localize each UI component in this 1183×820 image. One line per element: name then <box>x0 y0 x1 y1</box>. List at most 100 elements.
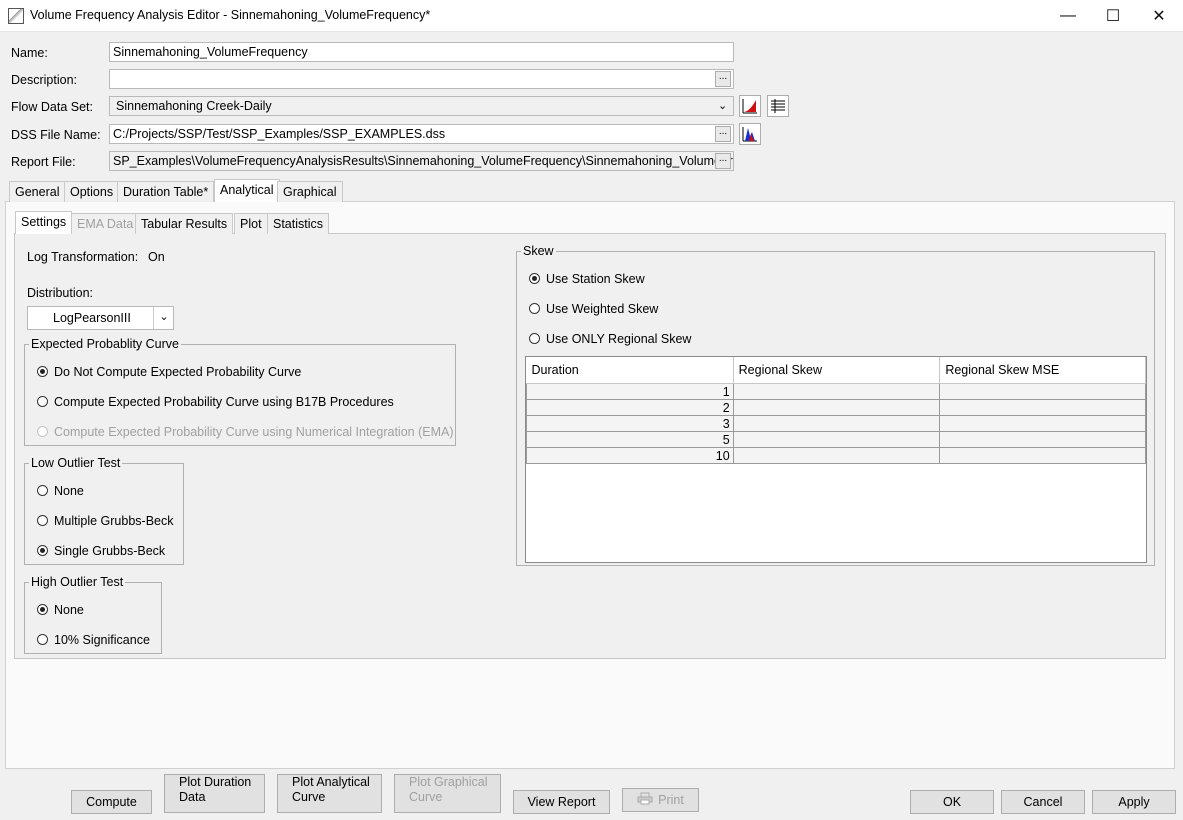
print-button: Print <box>622 788 699 812</box>
plot-duration-data-button[interactable]: Plot Duration Data <box>164 774 265 813</box>
radio-low-none[interactable] <box>37 485 48 496</box>
ok-button[interactable]: OK <box>910 790 994 814</box>
log-transformation-label: Log Transformation: <box>27 250 139 264</box>
duration-cell: 5 <box>526 431 734 448</box>
name-field[interactable]: Sinnemahoning_VolumeFrequency <box>109 42 734 62</box>
duration-cell: 10 <box>526 447 734 464</box>
low-outlier-title: Low Outlier Test <box>29 456 123 470</box>
plot-analytical-curve-button[interactable]: Plot Analytical Curve <box>277 774 382 813</box>
radio-weighted-skew[interactable] <box>529 303 540 314</box>
radio-low-single[interactable] <box>37 545 48 556</box>
expected-probability-title: Expected Probablity Curve <box>29 337 181 351</box>
apply-button[interactable]: Apply <box>1092 790 1176 814</box>
dss-file-label: DSS File Name: <box>11 128 101 142</box>
description-field[interactable] <box>109 69 734 89</box>
print-label: Print <box>658 793 684 807</box>
report-file-field: SP_Examples\VolumeFrequencyAnalysisResul… <box>109 151 734 171</box>
log-transformation-value: On <box>148 250 165 264</box>
radio-epc-ema <box>37 426 48 437</box>
chevron-down-icon[interactable]: ⌄ <box>718 99 727 112</box>
regional-skew-cell[interactable] <box>732 399 941 416</box>
table-header-row: Duration Regional Skew Regional Skew MSE <box>526 357 1146 384</box>
subtab-ema-data: EMA Data <box>71 213 140 234</box>
tab-general[interactable]: General <box>9 181 66 202</box>
dss-file-field[interactable]: C:/Projects/SSP/Test/SSP_Examples/SSP_EX… <box>109 124 734 144</box>
tab-analytical[interactable]: Analytical <box>214 179 280 202</box>
regional-skew-mse-cell[interactable] <box>939 399 1146 416</box>
view-report-button[interactable]: View Report <box>513 790 610 814</box>
radio-high-none[interactable] <box>37 604 48 615</box>
plot-duration-label-1: Plot Duration <box>179 775 252 789</box>
regional-skew-cell[interactable] <box>732 383 941 400</box>
table-icon[interactable] <box>767 95 789 117</box>
radio-epc-none-label: Do Not Compute Expected Probability Curv… <box>54 365 302 379</box>
regional-skew-mse-cell[interactable] <box>939 383 1146 400</box>
radio-high-10pct[interactable] <box>37 634 48 645</box>
regional-skew-mse-cell[interactable] <box>939 431 1146 448</box>
dss-plot-icon[interactable] <box>739 123 761 145</box>
printer-icon <box>637 792 653 808</box>
description-browse-button[interactable]: ... <box>715 71 731 87</box>
regional-skew-cell[interactable] <box>732 447 941 464</box>
radio-low-none-label: None <box>54 484 84 498</box>
radio-weighted-skew-label: Use Weighted Skew <box>546 302 659 316</box>
radio-regional-skew[interactable] <box>529 333 540 344</box>
cancel-button[interactable]: Cancel <box>1001 790 1085 814</box>
plot-analytical-label-1: Plot Analytical <box>292 775 370 789</box>
minimize-icon[interactable]: — <box>1045 0 1091 31</box>
duration-cell: 1 <box>526 383 734 400</box>
tab-graphical[interactable]: Graphical <box>277 181 343 202</box>
name-label: Name: <box>11 46 48 60</box>
maximize-icon[interactable]: ☐ <box>1090 0 1136 31</box>
radio-low-multiple[interactable] <box>37 515 48 526</box>
tab-duration-table[interactable]: Duration Table* <box>117 181 215 202</box>
table-row: 1 <box>526 383 1146 400</box>
skew-title: Skew <box>521 244 556 258</box>
radio-station-skew[interactable] <box>529 273 540 284</box>
report-file-label: Report File: <box>11 155 76 169</box>
skew-table-container: Duration Regional Skew Regional Skew MSE… <box>525 356 1147 563</box>
plot-duration-label-2: Data <box>179 790 206 804</box>
window-title: Volume Frequency Analysis Editor - Sinne… <box>30 8 431 22</box>
skew-table: Duration Regional Skew Regional Skew MSE… <box>526 357 1146 464</box>
report-browse-button[interactable]: ... <box>715 153 731 169</box>
regional-skew-cell[interactable] <box>732 415 941 432</box>
plot-graphical-curve-button: Plot Graphical Curve <box>394 774 501 813</box>
column-header-regional-skew[interactable]: Regional Skew <box>733 357 941 384</box>
tab-options[interactable]: Options <box>64 181 120 202</box>
radio-low-single-label: Single Grubbs-Beck <box>54 544 166 558</box>
radio-high-10pct-label: 10% Significance <box>54 633 150 647</box>
radio-epc-none[interactable] <box>37 366 48 377</box>
distribution-value: LogPearsonIII <box>53 311 131 325</box>
subtab-tabular-results[interactable]: Tabular Results <box>135 213 234 234</box>
close-icon[interactable]: ✕ <box>1136 0 1182 31</box>
regional-skew-mse-cell[interactable] <box>939 447 1146 464</box>
dss-browse-button[interactable]: ... <box>715 126 731 142</box>
subtab-settings[interactable]: Settings <box>15 211 73 234</box>
regional-skew-cell[interactable] <box>732 431 941 448</box>
compute-button[interactable]: Compute <box>71 790 152 814</box>
subtab-statistics[interactable]: Statistics <box>267 213 330 234</box>
radio-epc-b17b[interactable] <box>37 396 48 407</box>
distribution-select[interactable]: LogPearsonIII <box>27 306 174 330</box>
plot-graphical-label-1: Plot Graphical <box>409 775 488 789</box>
table-row: 5 <box>526 431 1146 448</box>
subtab-plot[interactable]: Plot <box>234 213 268 234</box>
description-label: Description: <box>11 73 77 87</box>
duration-cell: 3 <box>526 415 734 432</box>
radio-high-none-label: None <box>54 603 84 617</box>
distribution-label: Distribution: <box>27 286 93 300</box>
radio-low-multiple-label: Multiple Grubbs-Beck <box>54 514 174 528</box>
high-outlier-title: High Outlier Test <box>29 575 126 589</box>
column-header-regional-skew-mse[interactable]: Regional Skew MSE <box>939 357 1146 384</box>
radio-epc-b17b-label: Compute Expected Probability Curve using… <box>54 395 394 409</box>
flow-data-set-select[interactable]: Sinnemahoning Creek-Daily <box>109 96 734 116</box>
column-header-duration[interactable]: Duration <box>526 357 734 384</box>
radio-regional-skew-label: Use ONLY Regional Skew <box>546 332 692 346</box>
flow-data-set-label: Flow Data Set: <box>11 100 93 114</box>
table-row: 2 <box>526 399 1146 416</box>
plot-flow-icon[interactable] <box>739 95 761 117</box>
regional-skew-mse-cell[interactable] <box>939 415 1146 432</box>
radio-station-skew-label: Use Station Skew <box>546 272 645 286</box>
chevron-down-icon[interactable]: ⌄ <box>153 307 174 329</box>
